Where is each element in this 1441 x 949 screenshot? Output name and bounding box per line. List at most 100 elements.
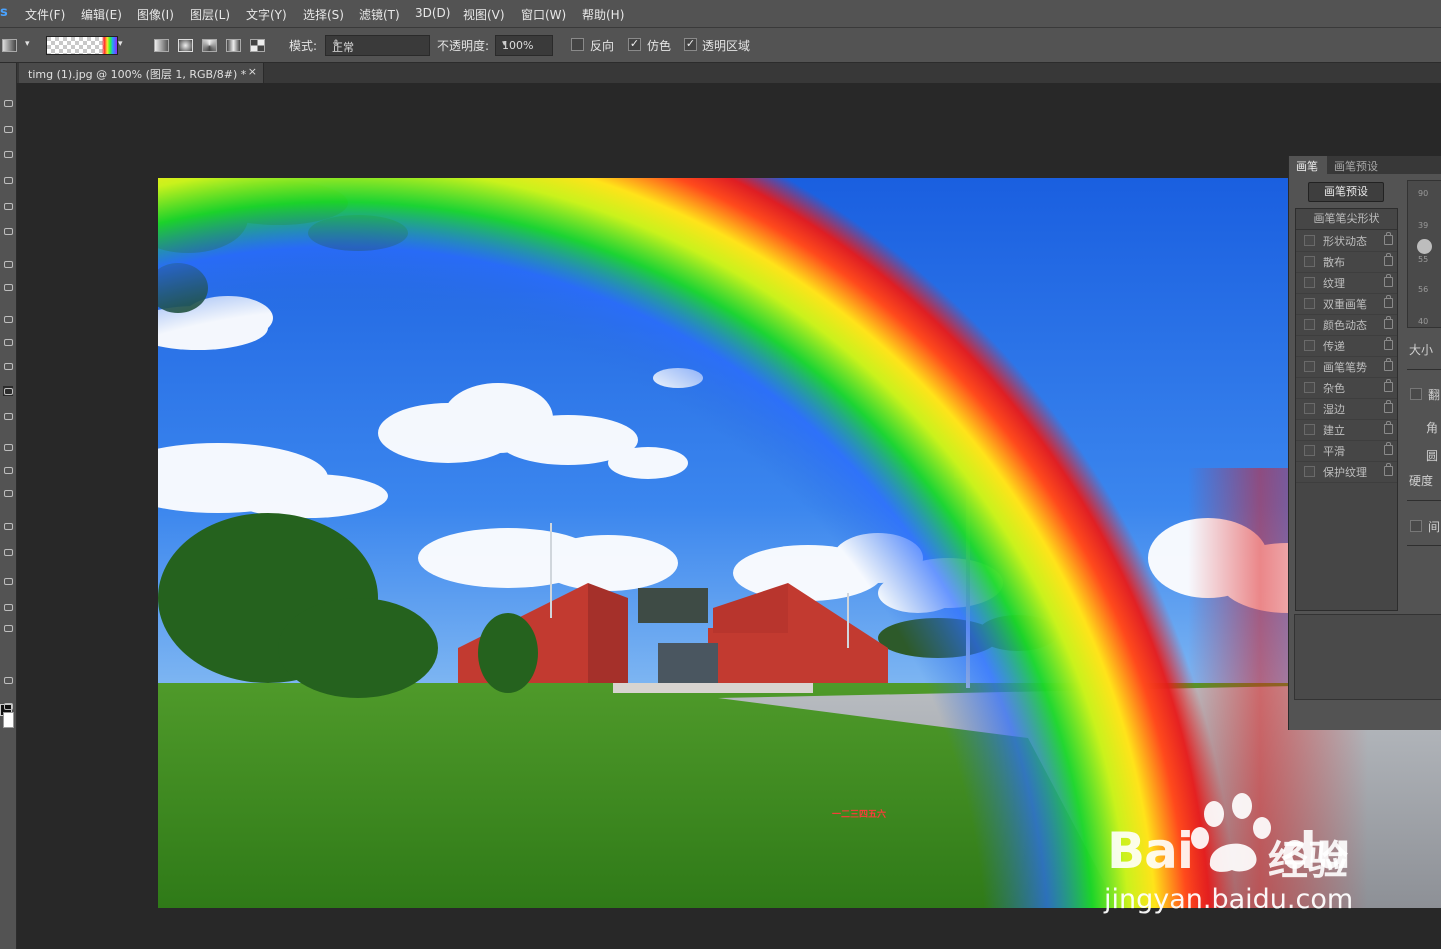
- option-checkbox[interactable]: [1304, 319, 1315, 330]
- dodge-tool-icon[interactable]: [3, 442, 13, 452]
- lock-icon[interactable]: [1384, 337, 1393, 350]
- menu-3d[interactable]: 3D(D): [415, 6, 450, 20]
- move-tool-icon[interactable]: [3, 98, 13, 108]
- brush-option-row[interactable]: 保护纹理: [1296, 461, 1397, 483]
- document-tab[interactable]: timg (1).jpg @ 100% (图层 1, RGB/8#) * ×: [19, 63, 264, 83]
- gradient-tool-icon[interactable]: [3, 386, 13, 396]
- lock-icon[interactable]: [1384, 274, 1393, 287]
- lock-icon[interactable]: [1384, 463, 1393, 476]
- brush-option-row[interactable]: 建立: [1296, 419, 1397, 441]
- menu-view[interactable]: 视图(V): [463, 6, 505, 23]
- dither-checkbox[interactable]: ✓: [628, 38, 641, 51]
- type-tool-icon[interactable]: [3, 488, 13, 498]
- option-checkbox[interactable]: [1304, 361, 1315, 372]
- brush-option-row[interactable]: 画笔笔势: [1296, 356, 1397, 378]
- history-brush-tool-icon[interactable]: [3, 337, 13, 347]
- lock-icon[interactable]: [1384, 316, 1393, 329]
- spacing-checkbox[interactable]: [1410, 520, 1422, 532]
- brush-option-row[interactable]: 双重画笔: [1296, 293, 1397, 315]
- brush-option-row[interactable]: 湿边: [1296, 398, 1397, 420]
- option-checkbox[interactable]: [1304, 382, 1315, 393]
- eyedropper-tool-icon[interactable]: [3, 226, 13, 236]
- gradient-picker[interactable]: [46, 36, 118, 55]
- lock-icon[interactable]: [1384, 379, 1393, 392]
- linear-gradient-icon[interactable]: [154, 39, 169, 52]
- hardness-slider-track[interactable]: [1407, 500, 1441, 501]
- reverse-checkbox[interactable]: [571, 38, 584, 51]
- round-brush-tip-icon[interactable]: [1417, 239, 1432, 254]
- menu-filter[interactable]: 滤镜(T): [359, 6, 400, 23]
- pen-tool-icon[interactable]: [3, 465, 13, 475]
- lock-icon[interactable]: [1384, 253, 1393, 266]
- brush-tip-grid[interactable]: 90 39 55 56 40: [1407, 180, 1441, 328]
- brush-option-row[interactable]: 杂色: [1296, 377, 1397, 399]
- brush-tip-shape-header[interactable]: 画笔笔尖形状: [1296, 209, 1397, 230]
- zoom-tool-icon[interactable]: [3, 602, 13, 612]
- lasso-tool-icon[interactable]: [3, 149, 13, 159]
- spacing-slider-track[interactable]: [1407, 545, 1441, 546]
- option-checkbox[interactable]: [1304, 298, 1315, 309]
- background-color-swatch[interactable]: [3, 712, 14, 728]
- menu-select[interactable]: 选择(S): [303, 6, 344, 23]
- size-slider-track[interactable]: [1407, 369, 1441, 370]
- brush-options-list: 画笔笔尖形状 形状动态 散布 纹理 双重画笔 颜色动态 传递 画笔笔势 杂色 湿…: [1295, 208, 1398, 611]
- quick-select-tool-icon[interactable]: [3, 175, 13, 185]
- marquee-tool-icon[interactable]: [3, 124, 13, 134]
- brush-option-row[interactable]: 颜色动态: [1296, 314, 1397, 336]
- brush-option-row[interactable]: 散布: [1296, 251, 1397, 273]
- option-checkbox[interactable]: [1304, 445, 1315, 456]
- option-checkbox[interactable]: [1304, 340, 1315, 351]
- brush-option-row[interactable]: 传递: [1296, 335, 1397, 357]
- option-checkbox[interactable]: [1304, 466, 1315, 477]
- lock-icon[interactable]: [1384, 295, 1393, 308]
- brush-option-row[interactable]: 纹理: [1296, 272, 1397, 294]
- blur-tool-icon[interactable]: [3, 411, 13, 421]
- lock-icon[interactable]: [1384, 442, 1393, 455]
- brush-presets-button[interactable]: 画笔预设: [1308, 182, 1384, 202]
- crop-tool-icon[interactable]: [3, 201, 13, 211]
- healing-tool-icon[interactable]: [3, 259, 13, 269]
- stamp-tool-icon[interactable]: [3, 314, 13, 324]
- option-checkbox[interactable]: [1304, 424, 1315, 435]
- menu-window[interactable]: 窗口(W): [521, 6, 566, 23]
- shape-tool-icon[interactable]: [3, 547, 13, 557]
- screen-mode-icon[interactable]: [3, 701, 13, 711]
- menu-file[interactable]: 文件(F): [25, 6, 65, 23]
- option-checkbox[interactable]: [1304, 403, 1315, 414]
- path-select-tool-icon[interactable]: [3, 521, 13, 531]
- brush-tool-icon[interactable]: [3, 282, 13, 292]
- opacity-field[interactable]: 100% ▾: [495, 35, 553, 56]
- eraser-tool-icon[interactable]: [3, 361, 13, 371]
- tab-brush-presets[interactable]: 画笔预设: [1334, 158, 1378, 174]
- radial-gradient-icon[interactable]: [178, 39, 193, 52]
- quick-mask-icon[interactable]: [3, 675, 13, 685]
- tool-preset-dropdown-icon[interactable]: ▾: [25, 39, 30, 49]
- menu-type[interactable]: 文字(Y): [246, 6, 287, 23]
- lock-icon[interactable]: [1384, 400, 1393, 413]
- option-checkbox[interactable]: [1304, 256, 1315, 267]
- lock-icon[interactable]: [1384, 358, 1393, 371]
- gradient-tool-preset-icon[interactable]: [2, 39, 17, 52]
- lock-icon[interactable]: [1384, 421, 1393, 434]
- diamond-gradient-icon[interactable]: [250, 39, 265, 52]
- swap-colors-icon[interactable]: [3, 623, 13, 633]
- lock-icon[interactable]: [1384, 232, 1393, 245]
- option-checkbox[interactable]: [1304, 235, 1315, 246]
- flip-checkbox[interactable]: [1410, 388, 1422, 400]
- menu-image[interactable]: 图像(I): [137, 6, 174, 23]
- reflected-gradient-icon[interactable]: [226, 39, 241, 52]
- option-label: 双重画笔: [1323, 298, 1367, 311]
- gradient-dropdown-icon[interactable]: ▾: [118, 39, 123, 49]
- menu-edit[interactable]: 编辑(E): [81, 6, 122, 23]
- mode-select[interactable]: 正常 ⇕: [325, 35, 430, 56]
- menu-layer[interactable]: 图层(L): [190, 6, 230, 23]
- angle-gradient-icon[interactable]: [202, 39, 217, 52]
- brush-option-row[interactable]: 形状动态: [1296, 230, 1397, 252]
- menu-help[interactable]: 帮助(H): [582, 6, 624, 23]
- brush-option-row[interactable]: 平滑: [1296, 440, 1397, 462]
- close-document-icon[interactable]: ×: [248, 65, 257, 78]
- option-checkbox[interactable]: [1304, 277, 1315, 288]
- tab-brush[interactable]: 画笔: [1289, 156, 1327, 174]
- hand-tool-icon[interactable]: [3, 576, 13, 586]
- transparency-checkbox[interactable]: ✓: [684, 38, 697, 51]
